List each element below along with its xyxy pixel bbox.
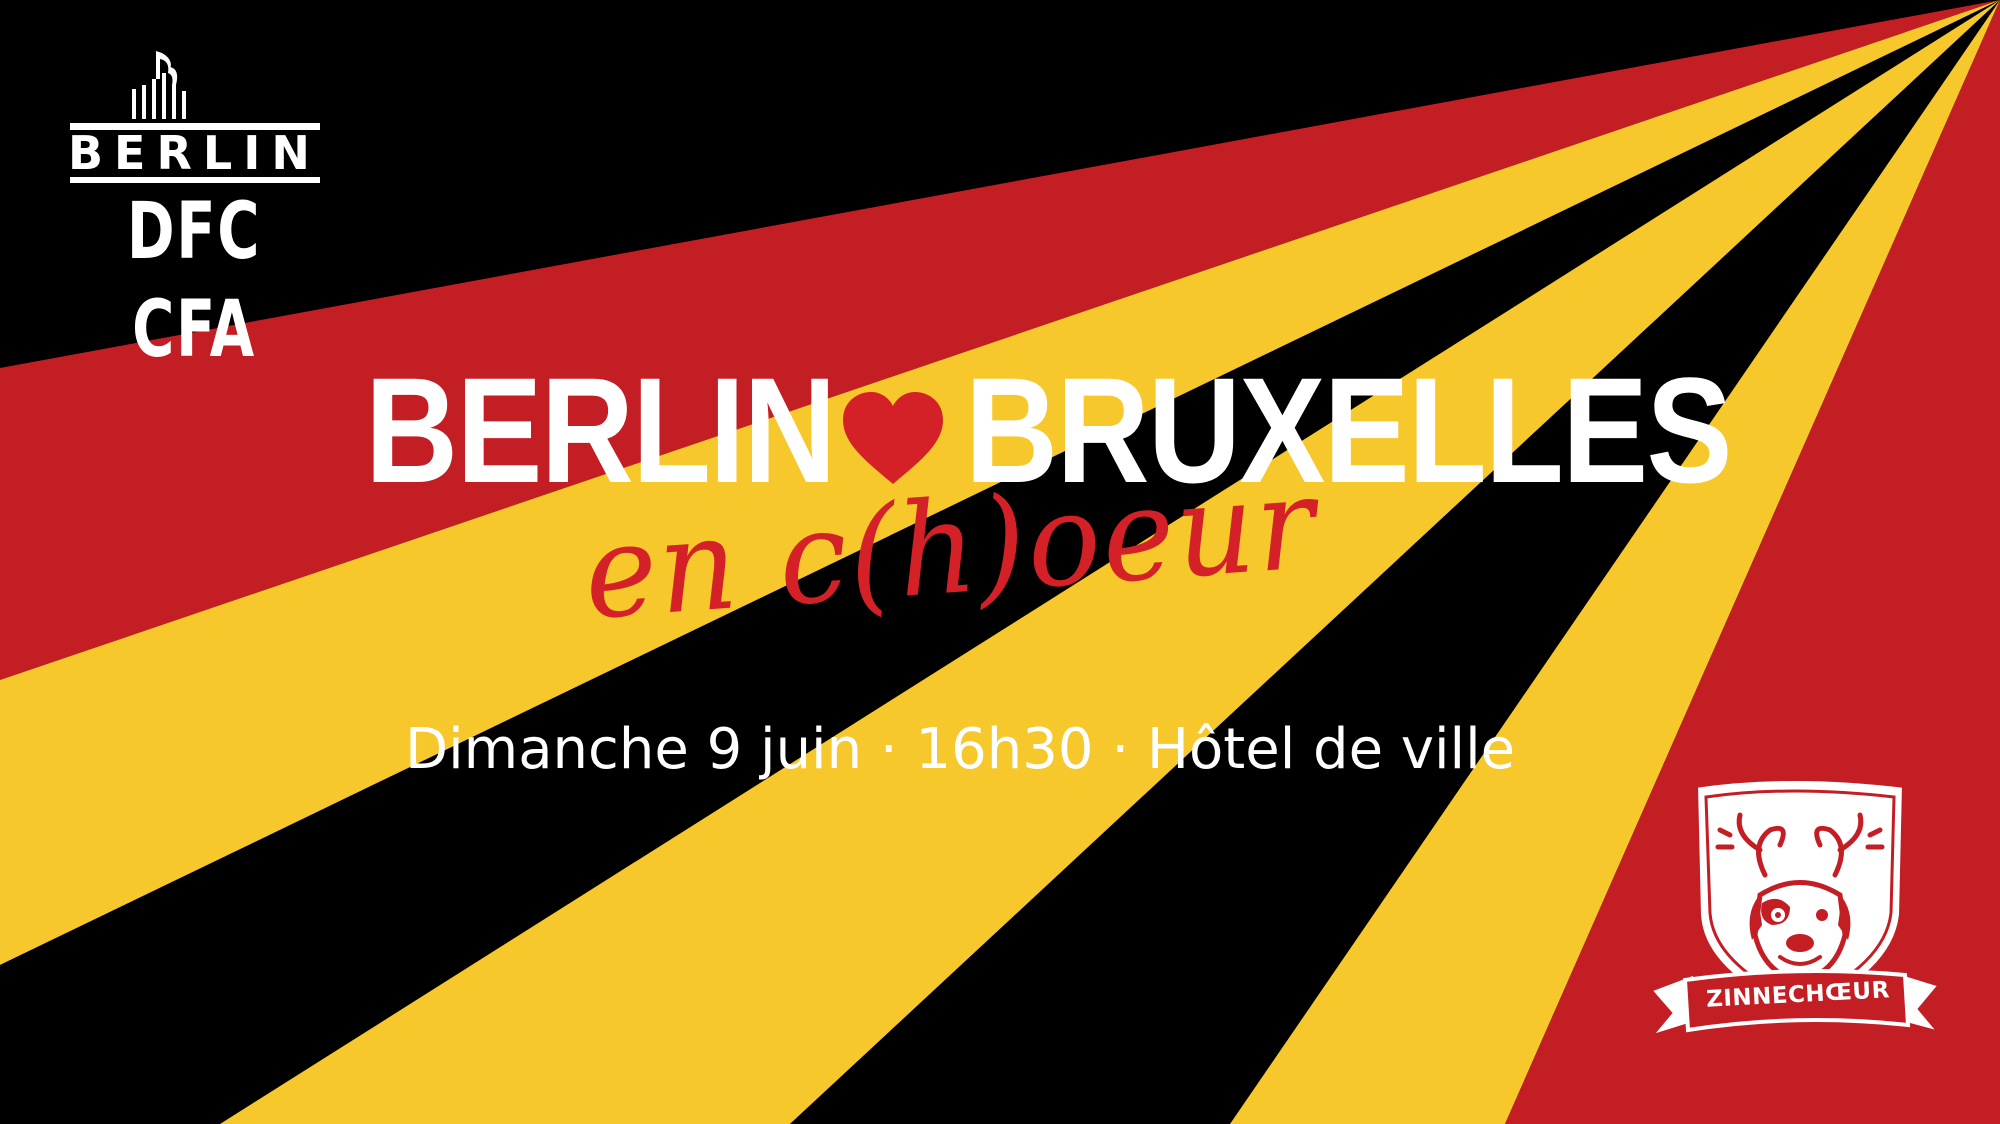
heart-icon (843, 392, 943, 484)
berlin-choir-logo: BERLIN DFC CFA (60, 45, 330, 375)
event-details: Dimanche 9 juin · 16h30 · Hôtel de ville (405, 717, 1516, 782)
logo-line2: DFC CFA (126, 187, 262, 375)
headline-word1: BERLIN (365, 346, 837, 514)
poster: BERLIN DFC CFA BERLIN BRUXELLES en c(h)o… (0, 0, 2000, 1124)
logo-line1: BERLIN (68, 126, 321, 180)
zinnechoeur-logo: ZINNECHŒUR (1640, 775, 1950, 1050)
building-icon (70, 51, 320, 130)
